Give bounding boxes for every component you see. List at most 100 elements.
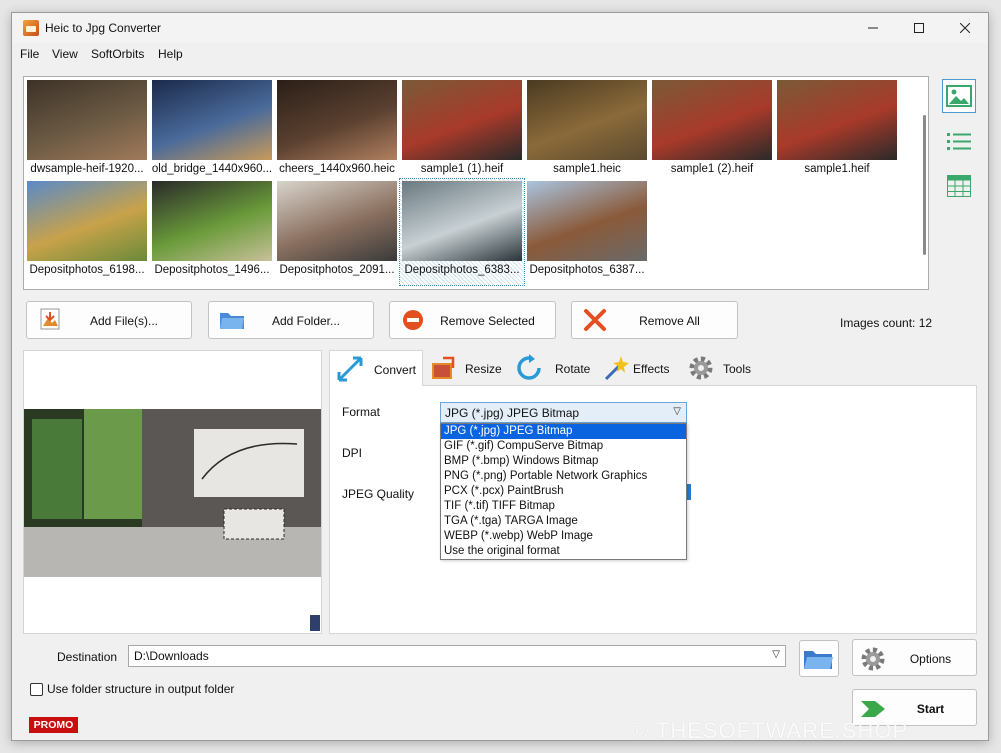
browse-folder-button[interactable] <box>799 640 839 677</box>
thumbnail-item[interactable]: sample1 (2).heif <box>650 78 774 184</box>
gear-icon <box>689 356 713 380</box>
remove-icon <box>403 310 423 330</box>
tab-effects[interactable]: Effects <box>595 350 681 386</box>
thumbnail-item[interactable]: dwsample-heif-1920... <box>25 78 149 184</box>
images-count: Images count: 12 <box>840 316 933 330</box>
dpi-label: DPI <box>342 446 363 460</box>
tab-convert-label: Convert <box>374 363 417 377</box>
tab-resize[interactable]: Resize <box>423 350 509 386</box>
thumbnail-item[interactable]: Depositphotos_2091... <box>275 179 399 285</box>
thumbnail-image <box>527 181 647 261</box>
add-folder-label: Add Folder... <box>271 314 341 328</box>
format-option[interactable]: Use the original format <box>441 544 686 559</box>
folder-structure-option[interactable]: Use folder structure in output folder <box>30 682 234 696</box>
menu-softorbits[interactable]: SoftOrbits <box>91 47 144 61</box>
thumbnail-image <box>402 181 522 261</box>
thumbnail-caption: sample1.heic <box>553 163 621 175</box>
destination-label: Destination <box>57 650 118 664</box>
thumbnail-view-button[interactable] <box>942 79 976 113</box>
preview-image <box>24 409 321 577</box>
close-button[interactable] <box>942 13 988 43</box>
thumbnail-image <box>652 80 772 160</box>
folder-structure-label: Use folder structure in output folder <box>47 682 235 696</box>
format-option[interactable]: PCX (*.pcx) PaintBrush <box>441 484 686 499</box>
thumbnail-image <box>777 80 897 160</box>
add-files-label: Add File(s)... <box>89 314 158 328</box>
format-option[interactable]: JPG (*.jpg) JPEG Bitmap <box>441 424 686 439</box>
remove-all-label: Remove All <box>639 314 700 328</box>
jpeg-quality-label: JPEG Quality <box>342 487 415 501</box>
format-option[interactable]: PNG (*.png) Portable Network Graphics <box>441 469 686 484</box>
thumbnail-image <box>152 181 272 261</box>
minimize-button[interactable] <box>850 13 896 43</box>
table-view-button[interactable] <box>942 169 976 203</box>
format-select[interactable]: JPG (*.jpg) JPEG Bitmap ▽ <box>440 402 687 423</box>
format-option[interactable]: GIF (*.gif) CompuServe Bitmap <box>441 439 686 454</box>
window-title: Heic to Jpg Converter <box>45 21 162 35</box>
thumbnail-item[interactable]: Depositphotos_6387... <box>525 179 649 285</box>
thumbnail-item[interactable]: sample1 (1).heif <box>400 78 524 184</box>
thumbnail-item[interactable]: Depositphotos_6198... <box>25 179 149 285</box>
tab-convert[interactable]: Convert <box>329 350 423 387</box>
thumbnail-image <box>277 181 397 261</box>
add-file-icon <box>40 308 60 330</box>
thumbnail-image <box>27 80 147 160</box>
thumbnail-caption: Depositphotos_2091... <box>279 264 395 276</box>
thumbnail-list[interactable]: dwsample-heif-1920... old_bridge_1440x960… <box>23 76 929 290</box>
remove-selected-label: Remove Selected <box>440 314 535 328</box>
thumbnail-item[interactable]: old_bridge_1440x960... <box>150 78 274 184</box>
chevron-down-icon: ▽ <box>673 406 681 417</box>
remove-all-button[interactable]: Remove All <box>571 301 738 339</box>
minimize-icon <box>868 27 878 29</box>
format-option[interactable]: BMP (*.bmp) Windows Bitmap <box>441 454 686 469</box>
add-files-button[interactable]: Add File(s)... <box>26 301 192 339</box>
thumbnail-item[interactable]: sample1.heic <box>525 78 649 184</box>
thumbnail-item[interactable]: sample1.heif <box>775 78 899 184</box>
thumbnail-item[interactable]: Depositphotos_1496... <box>150 179 274 285</box>
options-label: Options <box>909 652 952 666</box>
format-dropdown-list: JPG (*.jpg) JPEG Bitmap GIF (*.gif) Comp… <box>440 423 687 560</box>
list-view-button[interactable] <box>942 125 976 159</box>
thumbnail-image <box>402 80 522 160</box>
tab-rotate-label: Rotate <box>555 362 591 376</box>
format-option[interactable]: TGA (*.tga) TARGA Image <box>441 514 686 529</box>
format-option[interactable]: WEBP (*.webp) WebP Image <box>441 529 686 544</box>
thumbnail-caption: Depositphotos_1496... <box>154 264 270 276</box>
format-option[interactable]: TIF (*.tif) TIFF Bitmap <box>441 499 686 514</box>
thumbnail-caption: sample1 (2).heif <box>670 163 754 175</box>
add-folder-button[interactable]: Add Folder... <box>208 301 374 339</box>
remove-selected-button[interactable]: Remove Selected <box>389 301 556 339</box>
maximize-button[interactable] <box>896 13 942 43</box>
thumbnail-image <box>152 80 272 160</box>
menu-help[interactable]: Help <box>158 47 183 61</box>
thumbnail-caption: old_bridge_1440x960... <box>151 163 273 175</box>
thumbnail-caption: sample1.heif <box>804 163 870 175</box>
thumbnail-item[interactable]: Depositphotos_6383... <box>399 178 525 286</box>
menu-file[interactable]: File <box>20 47 39 61</box>
thumbnail-scrollbar[interactable] <box>923 115 926 255</box>
menu-view[interactable]: View <box>52 47 78 61</box>
format-label: Format <box>342 405 381 419</box>
tab-resize-label: Resize <box>465 362 502 376</box>
options-button[interactable]: Options <box>852 639 977 676</box>
image-preview <box>23 350 322 634</box>
list-view-icon <box>947 133 971 150</box>
destination-value: D:\Downloads <box>134 649 209 663</box>
thumbnail-image <box>527 80 647 160</box>
destination-input[interactable]: D:\Downloads ▽ <box>128 645 786 667</box>
title-bar[interactable]: Heic to Jpg Converter <box>12 13 988 43</box>
quality-slider-edge[interactable] <box>687 484 691 500</box>
thumbnail-caption: Depositphotos_6383... <box>404 264 520 276</box>
image-view-icon <box>946 85 972 107</box>
thumbnail-caption: dwsample-heif-1920... <box>30 163 144 175</box>
settings-tabs: Convert Resize Rotate Effects Tools <box>329 350 977 387</box>
folder-structure-checkbox[interactable] <box>30 682 43 696</box>
magic-wand-icon <box>604 356 629 381</box>
format-select-value: JPG (*.jpg) JPEG Bitmap <box>445 406 580 420</box>
promo-badge[interactable]: PROMO <box>29 717 78 733</box>
tab-effects-label: Effects <box>633 362 670 376</box>
tab-rotate[interactable]: Rotate <box>509 350 595 386</box>
watermark-text: © THESOFTWARE.SHOP <box>632 718 909 743</box>
thumbnail-item[interactable]: cheers_1440x960.heic <box>275 78 399 184</box>
tab-tools[interactable]: Tools <box>681 350 767 386</box>
